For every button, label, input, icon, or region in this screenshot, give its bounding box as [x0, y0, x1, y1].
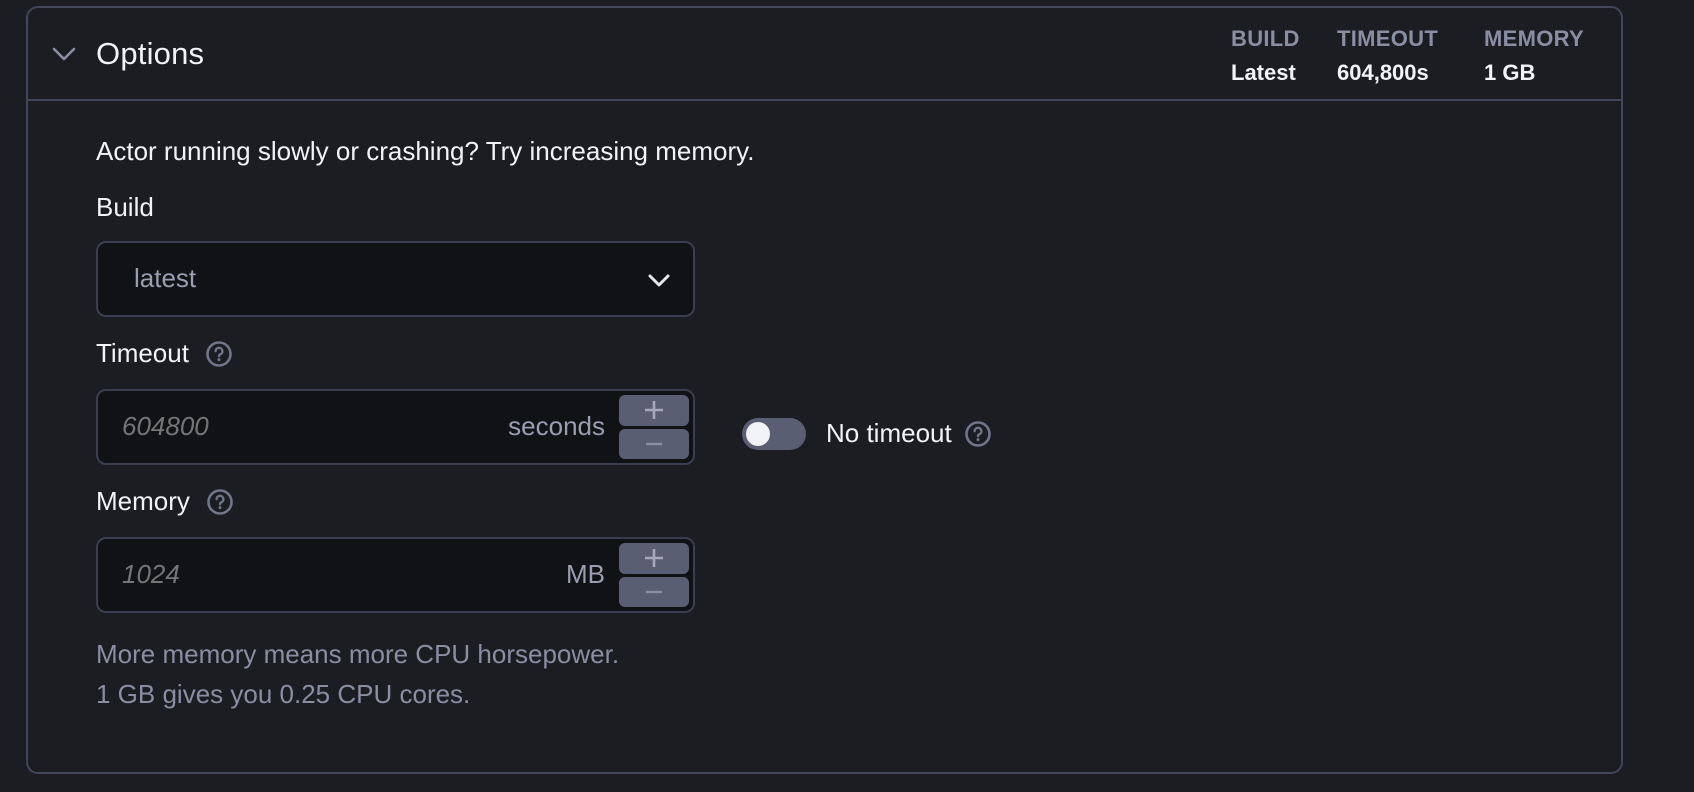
options-panel-header[interactable]: Options BUILD Latest TIMEOUT 604,800s ME… — [28, 8, 1621, 101]
timeout-field: seconds — [96, 389, 695, 465]
memory-help-text: More memory means more CPU horsepower. 1… — [96, 634, 619, 714]
memory-label-text: Memory — [96, 486, 190, 516]
no-timeout-label: No timeout — [826, 418, 992, 449]
panel-title: Options — [96, 36, 205, 71]
timeout-stepper — [619, 395, 689, 459]
timeout-label: Timeout — [96, 338, 233, 369]
build-label: Build — [96, 192, 154, 223]
memory-input[interactable] — [122, 559, 422, 590]
memory-decrement-button[interactable] — [619, 576, 689, 607]
memory-field: MB — [96, 537, 695, 613]
toggle-knob — [746, 422, 770, 446]
build-select[interactable]: latest — [96, 241, 695, 317]
chevron-down-icon — [648, 274, 670, 287]
summary-build-label: BUILD — [1231, 26, 1300, 51]
memory-help-line-1: More memory means more CPU horsepower. — [96, 639, 620, 669]
build-label-text: Build — [96, 192, 154, 222]
minus-icon — [646, 590, 662, 593]
summary-timeout-label: TIMEOUT — [1337, 26, 1439, 51]
no-timeout-toggle[interactable] — [742, 418, 806, 450]
summary-build-value: Latest — [1231, 60, 1296, 85]
memory-stepper — [619, 543, 689, 607]
timeout-decrement-button[interactable] — [619, 428, 689, 459]
question-circle-icon[interactable] — [964, 420, 992, 448]
no-timeout-label-text: No timeout — [826, 418, 952, 448]
question-circle-icon[interactable] — [206, 488, 234, 516]
build-select-value: latest — [134, 263, 197, 293]
summary-memory-value: 1 GB — [1484, 60, 1536, 85]
question-circle-icon[interactable] — [205, 340, 233, 368]
plus-icon — [645, 401, 663, 420]
summary-timeout-value: 604,800s — [1337, 60, 1429, 85]
summary-memory-label: MEMORY — [1484, 26, 1584, 51]
timeout-input[interactable] — [122, 411, 422, 442]
memory-unit: MB — [566, 559, 605, 589]
timeout-unit: seconds — [508, 411, 605, 441]
chevron-down-icon[interactable] — [52, 46, 76, 62]
memory-label: Memory — [96, 486, 234, 517]
summary-build: BUILD Latest — [1231, 26, 1300, 86]
options-panel: Options BUILD Latest TIMEOUT 604,800s ME… — [26, 6, 1623, 774]
summary-timeout: TIMEOUT 604,800s — [1337, 26, 1438, 86]
minus-icon — [646, 442, 662, 445]
plus-icon — [645, 549, 663, 568]
memory-increment-button[interactable] — [619, 543, 689, 574]
timeout-label-text: Timeout — [96, 338, 189, 368]
memory-hint: Actor running slowly or crashing? Try in… — [96, 136, 755, 166]
timeout-increment-button[interactable] — [619, 395, 689, 426]
memory-help-line-2: 1 GB gives you 0.25 CPU cores. — [96, 679, 471, 709]
summary-memory: MEMORY 1 GB — [1484, 26, 1584, 86]
